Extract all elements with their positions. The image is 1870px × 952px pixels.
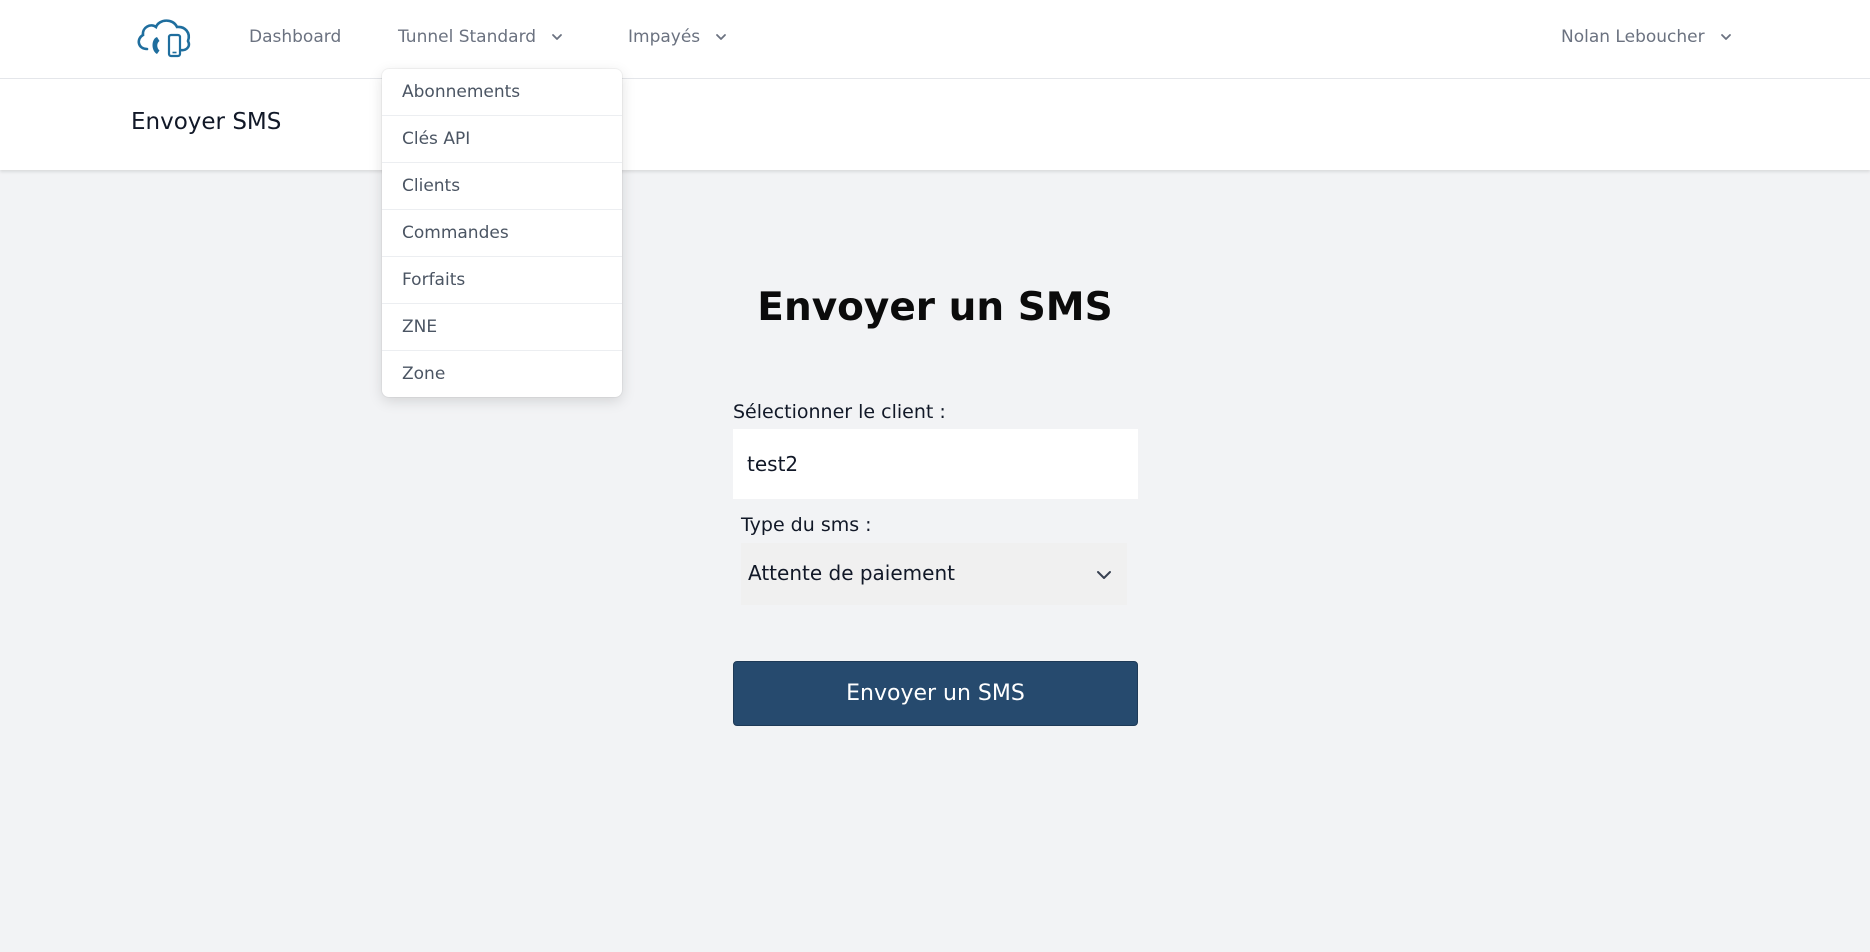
dropdown-item-forfaits[interactable]: Forfaits	[382, 257, 622, 304]
user-menu[interactable]: Nolan Leboucher	[1561, 27, 1733, 47]
client-input[interactable]	[733, 429, 1138, 499]
sms-type-select[interactable]: Attente de paiement	[741, 543, 1127, 605]
page-title: Envoyer SMS	[131, 109, 282, 135]
nav-tunnel-standard-menu[interactable]: Tunnel Standard	[398, 27, 564, 47]
nav-dashboard-label: Dashboard	[249, 27, 342, 47]
nav-tunnel-standard-label: Tunnel Standard	[398, 27, 537, 47]
dropdown-item-cles-api[interactable]: Clés API	[382, 116, 622, 163]
top-navbar: Dashboard Tunnel Standard Impayés Nolan …	[0, 0, 1870, 79]
dropdown-item-zone[interactable]: Zone	[382, 351, 622, 397]
client-label: Sélectionner le client :	[733, 401, 946, 423]
chevron-down-icon	[1097, 571, 1111, 579]
sms-type-selected-value: Attente de paiement	[748, 561, 955, 585]
dropdown-item-zne[interactable]: ZNE	[382, 304, 622, 351]
nav-impayes-label: Impayés	[628, 27, 701, 47]
chevron-down-icon	[716, 34, 727, 40]
page-header: Envoyer SMS	[0, 79, 1870, 170]
nav-dashboard-link[interactable]: Dashboard	[249, 27, 341, 47]
dropdown-item-clients[interactable]: Clients	[382, 163, 622, 210]
dropdown-item-commandes[interactable]: Commandes	[382, 210, 622, 257]
tunnel-standard-dropdown: Abonnements Clés API Clients Commandes F…	[382, 69, 622, 397]
chevron-down-icon	[552, 34, 562, 40]
form-title: Envoyer un SMS	[757, 285, 1113, 330]
chevron-down-icon	[1720, 34, 1731, 40]
nav-impayes-menu[interactable]: Impayés	[628, 27, 728, 47]
user-name: Nolan Leboucher	[1561, 27, 1705, 47]
send-sms-button[interactable]: Envoyer un SMS	[733, 661, 1138, 726]
dropdown-item-abonnements[interactable]: Abonnements	[382, 69, 622, 116]
sms-type-label: Type du sms :	[741, 514, 872, 536]
cloud-phone-logo-icon[interactable]	[133, 17, 193, 59]
